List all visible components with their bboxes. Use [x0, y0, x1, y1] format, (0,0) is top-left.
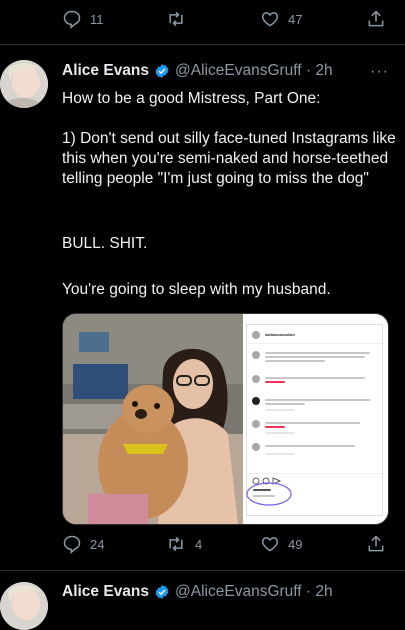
- reply-button[interactable]: 11: [62, 9, 104, 29]
- heart-icon: [261, 12, 279, 27]
- comment-line: [265, 403, 305, 405]
- avatar: [252, 420, 260, 428]
- share-icon: [368, 535, 384, 552]
- comment-line: [265, 445, 355, 447]
- like-button[interactable]: 47: [260, 9, 302, 29]
- reply-button[interactable]: 24: [62, 534, 104, 554]
- tweet-divider: [0, 570, 405, 571]
- verified-badge-icon: [155, 585, 169, 599]
- avatar: [252, 351, 260, 359]
- tweet-text-line1: How to be a good Mistress, Part One:: [62, 90, 321, 107]
- share-button[interactable]: [366, 534, 386, 554]
- retweet-icon: [169, 536, 183, 552]
- comment-line: [265, 356, 365, 358]
- avatar[interactable]: [0, 60, 48, 108]
- avatar: [252, 443, 260, 451]
- tweet-media-image[interactable]: iamblancaseuface: [62, 313, 389, 525]
- like-count: 47: [288, 11, 303, 27]
- tweet-actions: 24 4 49: [0, 532, 405, 560]
- instagram-post-screenshot: iamblancaseuface: [246, 324, 383, 516]
- comment-line: [265, 399, 370, 401]
- reply-count: 11: [90, 11, 104, 27]
- verified-badge-icon: [155, 64, 169, 78]
- reply-count: 24: [90, 536, 105, 552]
- previous-tweet-actions: 11 47: [0, 7, 405, 35]
- comment-line: [265, 360, 325, 362]
- retweet-count: 4: [195, 536, 203, 552]
- author-name[interactable]: Alice Evans: [62, 583, 149, 601]
- retweet-icon: [169, 11, 183, 27]
- reply-icon: [63, 10, 81, 29]
- comment-line: [265, 352, 370, 354]
- tweet-text-paragraph: You're going to sleep with my husband.: [62, 281, 331, 298]
- comment-line: [265, 453, 295, 455]
- tweet-text-paragraph: BULL. SHIT.: [62, 235, 148, 252]
- annotation-circle: [246, 482, 292, 506]
- avatar[interactable]: [0, 582, 48, 630]
- like-button[interactable]: 49: [260, 534, 302, 554]
- avatar: [252, 375, 260, 383]
- next-tweet-header: Alice Evans @AliceEvansGruff · 2h: [62, 583, 333, 601]
- comment-line: [265, 409, 295, 411]
- reply-icon: [63, 535, 81, 554]
- avatar: [252, 331, 260, 339]
- comment-line: [265, 432, 295, 434]
- comment-line: [265, 422, 360, 424]
- tweet-text-paragraph: 1) Don't send out silly face-tuned Insta…: [62, 130, 396, 187]
- more-options-icon[interactable]: ···: [370, 63, 389, 81]
- like-count: 49: [288, 536, 303, 552]
- comment-line: [265, 426, 285, 428]
- retweet-button[interactable]: 4: [165, 534, 202, 554]
- comment-line: [265, 381, 285, 383]
- instagram-username: iamblancaseuface: [265, 333, 296, 337]
- heart-icon: [261, 537, 279, 552]
- retweet-button[interactable]: [165, 9, 187, 29]
- comment-line: [265, 377, 365, 379]
- tweet-header: Alice Evans @AliceEvansGruff · 2h: [62, 62, 333, 80]
- author-name[interactable]: Alice Evans: [62, 62, 149, 80]
- share-icon: [368, 10, 384, 27]
- photo-woman-with-dog: [63, 314, 243, 524]
- avatar: [252, 397, 260, 405]
- author-handle[interactable]: @AliceEvansGruff · 2h: [175, 583, 333, 601]
- tweet-divider: [0, 44, 405, 45]
- share-button[interactable]: [366, 9, 386, 29]
- author-handle[interactable]: @AliceEvansGruff · 2h: [175, 62, 333, 80]
